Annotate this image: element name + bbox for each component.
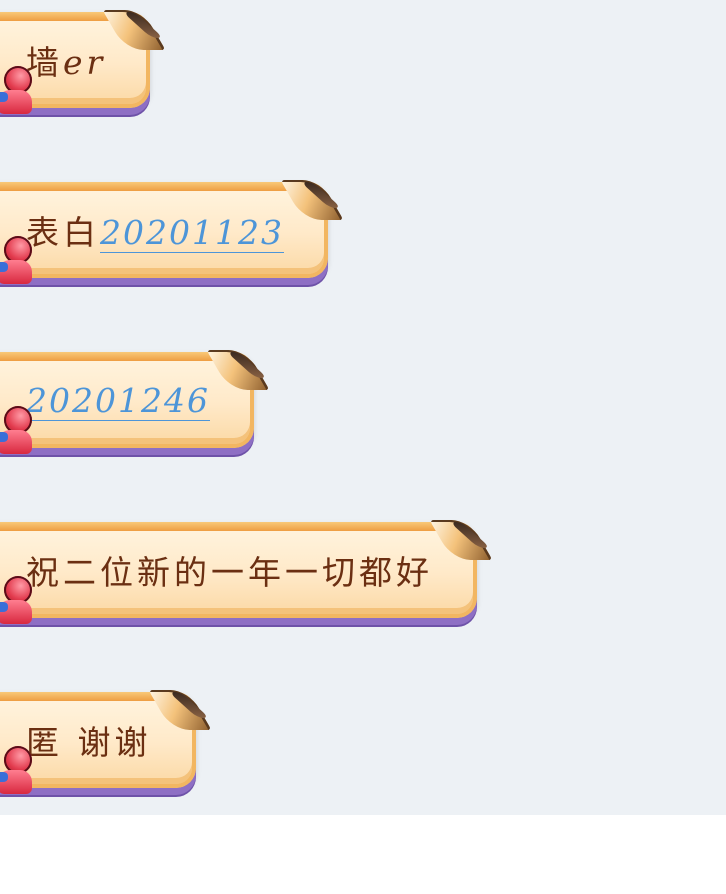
message-bubble[interactable]: 表白20201123	[0, 180, 344, 284]
message-text-part: 匿 谢谢	[26, 723, 152, 762]
message-3[interactable]: 20201246	[0, 350, 270, 454]
message-text: 20201246	[26, 380, 210, 421]
message-bubble[interactable]: 匿 谢谢	[0, 690, 212, 794]
chat-area: 墙er 表白20201123 20201246 祝二位新的一年一切都好 匿 谢谢	[0, 0, 726, 815]
message-text: 匿 谢谢	[26, 716, 152, 764]
message-2[interactable]: 表白20201123	[0, 180, 344, 284]
message-text-part: 祝二位新的一年一切都好	[26, 553, 433, 592]
bubble-corner-ornament	[280, 180, 344, 220]
bubble-corner-ornament	[102, 10, 166, 50]
message-1[interactable]: 墙er	[0, 10, 166, 114]
number-link[interactable]: 20201246	[26, 380, 210, 421]
bubble-corner-ornament	[147, 690, 212, 730]
bubble-corner-ornament	[206, 350, 270, 390]
message-text: 祝二位新的一年一切都好	[26, 546, 433, 594]
message-text-part: er	[63, 43, 107, 82]
message-bubble[interactable]: 墙er	[0, 10, 166, 114]
message-text: 表白20201123	[26, 206, 284, 254]
bubble-corner-ornament	[429, 520, 493, 560]
bubble-character-icon	[0, 406, 38, 456]
bubble-character-icon	[0, 66, 38, 116]
message-text: 墙er	[26, 36, 106, 84]
bubble-character-icon	[0, 236, 38, 286]
message-5[interactable]: 匿 谢谢	[0, 690, 212, 794]
message-4[interactable]: 祝二位新的一年一切都好	[0, 520, 493, 624]
bubble-character-icon	[0, 746, 38, 796]
number-link[interactable]: 20201123	[100, 213, 284, 253]
bubble-character-icon	[0, 576, 38, 626]
message-bubble[interactable]: 祝二位新的一年一切都好	[0, 520, 493, 624]
message-bubble[interactable]: 20201246	[0, 350, 270, 454]
